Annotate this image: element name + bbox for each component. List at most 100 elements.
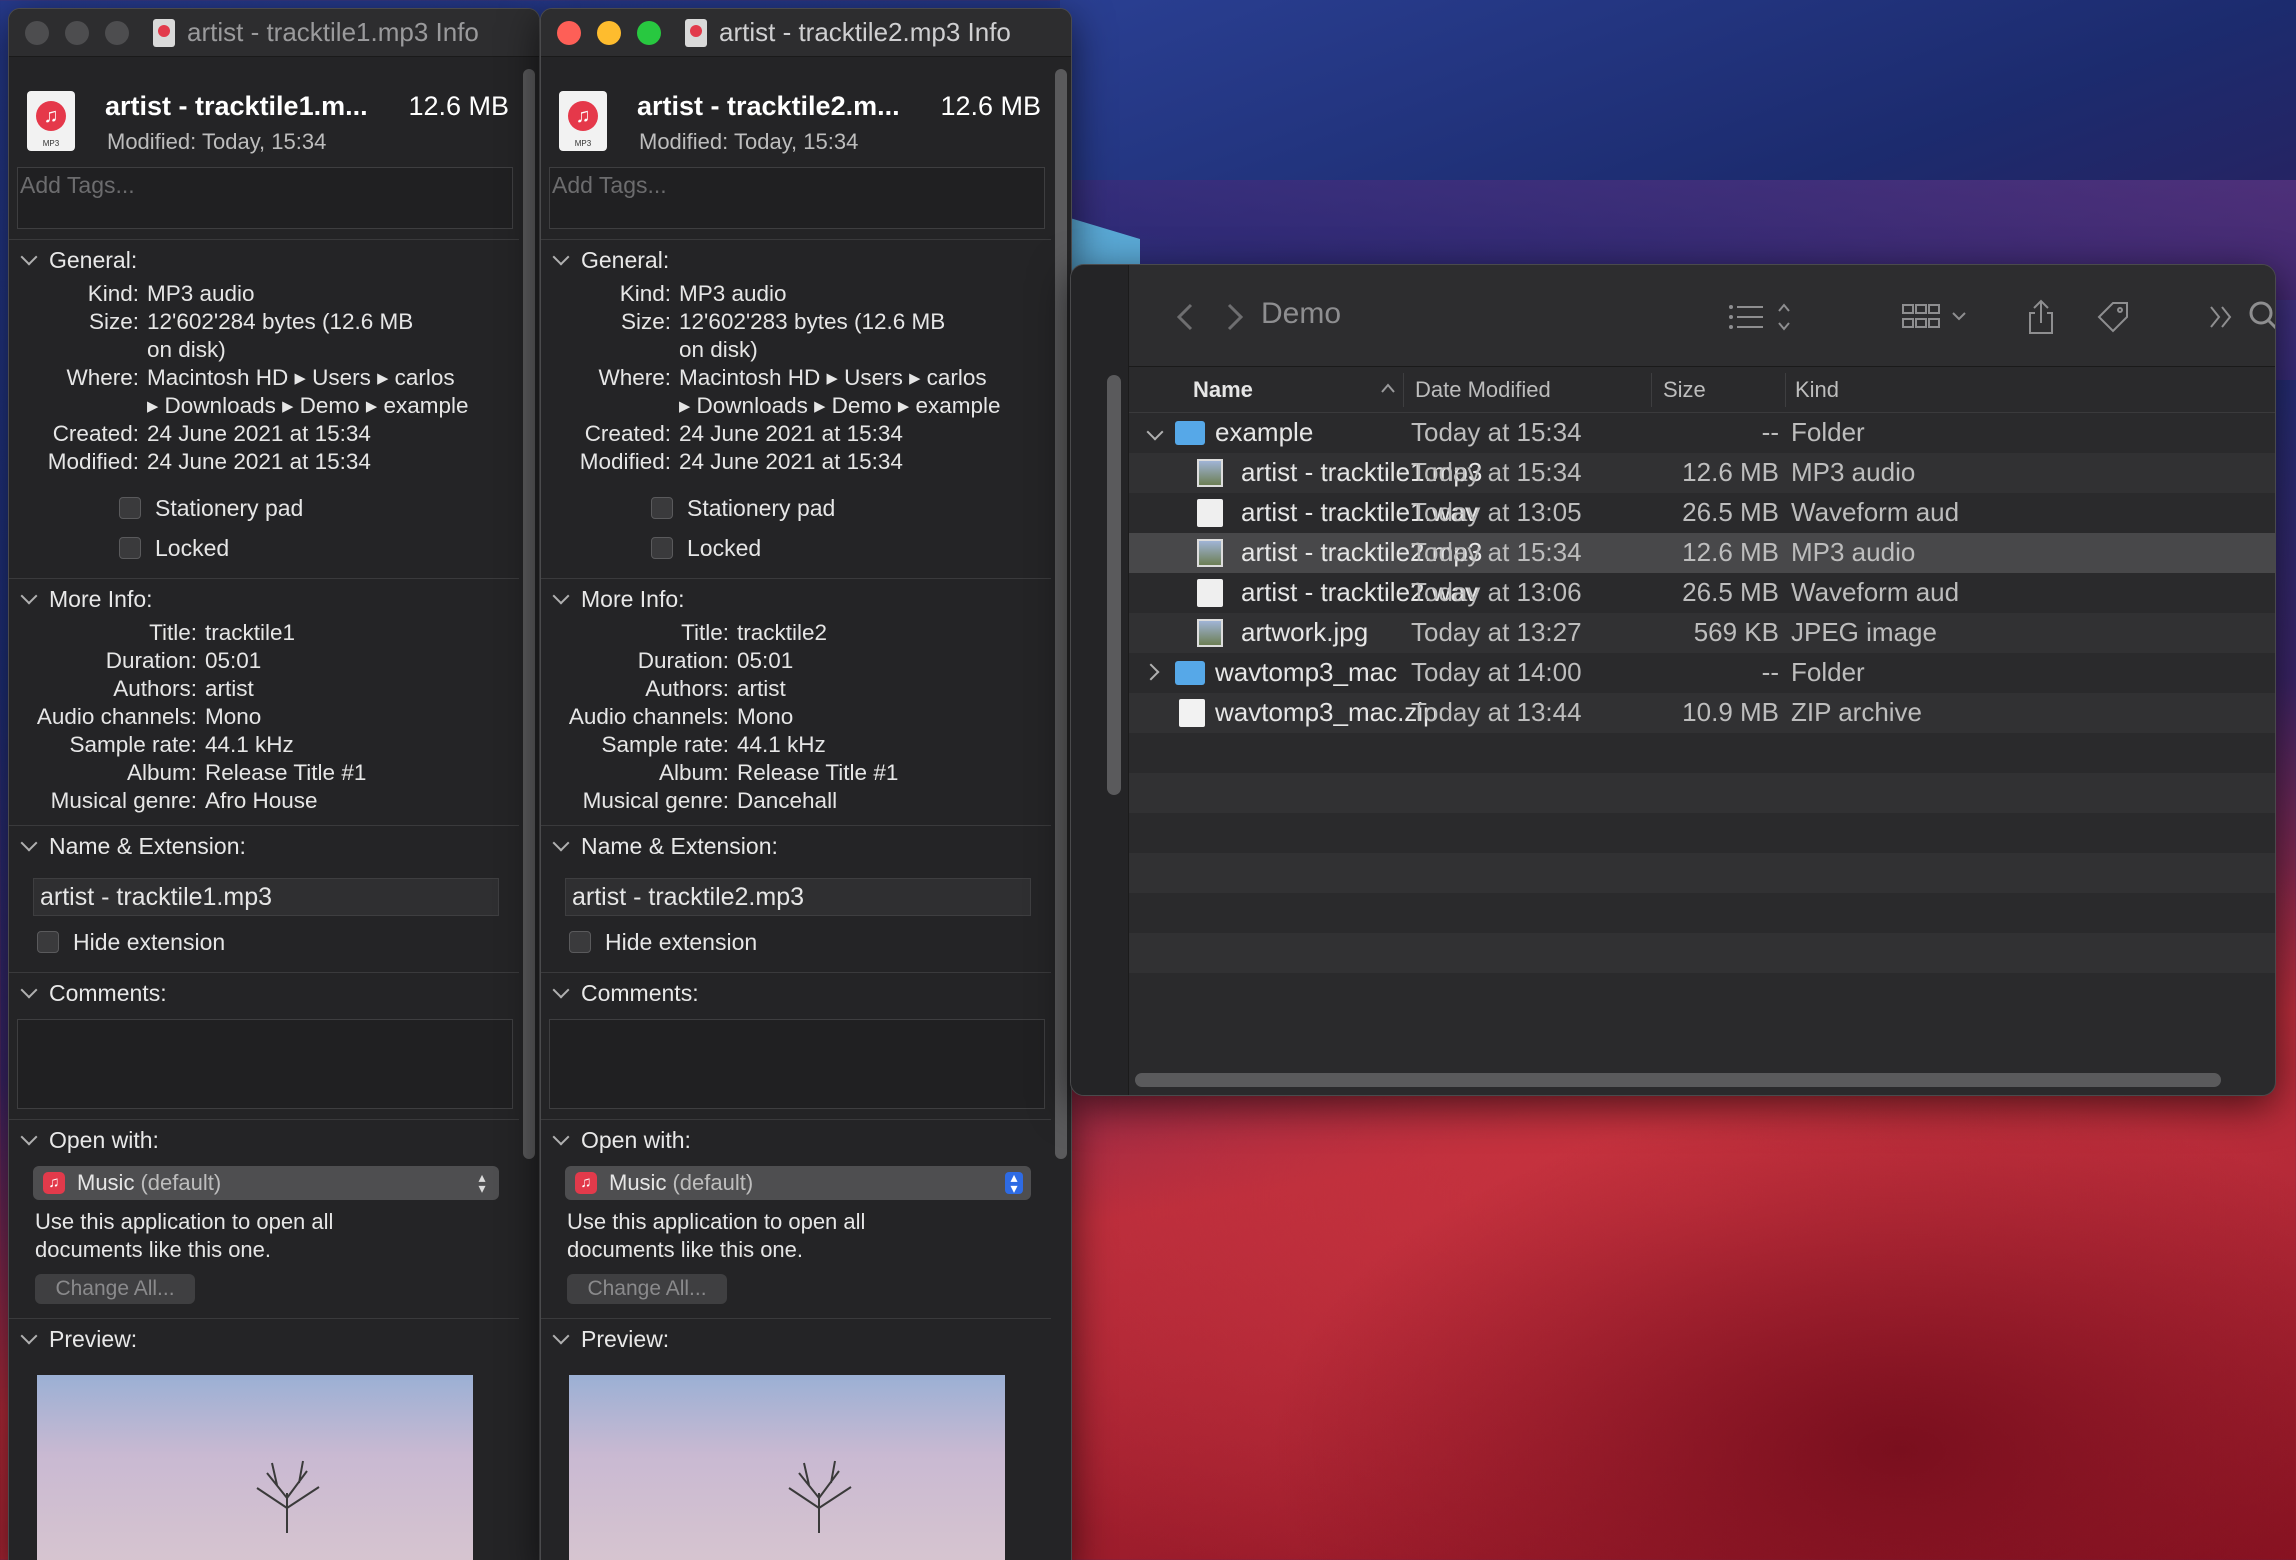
more-info-header[interactable]: More Info: — [541, 579, 1051, 619]
table-row[interactable]: artist - tracktile1.mp3 Today at 15:34 1… — [1129, 453, 2275, 493]
wav-file-icon — [1197, 579, 1223, 607]
comments-header[interactable]: Comments: — [541, 973, 1051, 1013]
kind-value: MP3 audio — [679, 281, 787, 306]
share-icon[interactable] — [2023, 299, 2059, 335]
comments-field[interactable] — [17, 1019, 513, 1109]
column-date-modified[interactable]: Date Modified — [1415, 377, 1551, 403]
table-row[interactable]: example Today at 15:34 -- Folder — [1129, 413, 2275, 453]
table-row[interactable]: artist - tracktile1.wav Today at 13:05 2… — [1129, 493, 2275, 533]
general-section: General: Kind: MP3 audio Size: 12'602'284 … — [9, 239, 519, 568]
popup-arrows-icon: ▴ ▾ — [478, 1169, 486, 1196]
minimize-button[interactable] — [597, 20, 621, 45]
column-header: Name Date Modified Size Kind — [1129, 367, 2275, 413]
list-view-icon[interactable] — [1727, 299, 1797, 335]
stationery-pad-checkbox[interactable]: Stationery pad — [9, 488, 519, 528]
more-info-header[interactable]: More Info: — [9, 579, 519, 619]
general-header[interactable]: General: — [541, 240, 1051, 280]
sidebar-scrollbar[interactable] — [1107, 375, 1121, 795]
locked-checkbox[interactable]: Locked — [9, 528, 519, 568]
column-name[interactable]: Name — [1193, 377, 1253, 403]
vertical-scrollbar[interactable] — [1055, 69, 1067, 1159]
chevron-down-icon — [552, 1128, 570, 1146]
file-name: artist - tracktile2.m... — [637, 91, 900, 121]
size-value: 12'602'283 bytes (12.6 MB — [679, 309, 946, 334]
chevron-down-icon — [552, 981, 570, 999]
minimize-button[interactable] — [65, 20, 89, 45]
open-with-section: Open with: ♫ Music (default) ▴ ▾ Use this … — [541, 1119, 1051, 1304]
name-extension-header[interactable]: Name & Extension: — [541, 826, 1051, 866]
column-size[interactable]: Size — [1663, 377, 1706, 403]
window-title: artist - tracktile2.mp3 Info — [719, 17, 1011, 47]
column-kind[interactable]: Kind — [1795, 377, 1839, 403]
stationery-pad-checkbox[interactable]: Stationery pad — [541, 488, 1051, 528]
tags-field[interactable]: Add Tags... — [17, 167, 513, 229]
open-with-popup[interactable]: ♫ Music (default) ▴ ▾ — [565, 1166, 1031, 1200]
zoom-button[interactable] — [637, 20, 661, 45]
modified-value: 24 June 2021 at 15:34 — [679, 449, 903, 474]
comments-field[interactable] — [549, 1019, 1045, 1109]
info-window-1: artist - tracktile1.mp3 Info ♫ MP3 artist… — [8, 8, 540, 1560]
modified-line: Modified: Today, 15:34 — [107, 129, 327, 154]
open-with-popup[interactable]: ♫ Music (default) ▴ ▾ — [33, 1166, 499, 1200]
table-row[interactable]: artwork.jpg Today at 13:27 569 KB JPEG i… — [1129, 613, 2275, 653]
tags-field[interactable]: Add Tags... — [549, 167, 1045, 229]
popup-arrows-icon: ▴ ▾ — [1005, 1170, 1023, 1195]
where-value: Macintosh HD ▸ Users ▸ carlos — [679, 365, 987, 390]
wav-file-icon — [1197, 499, 1223, 527]
finder-sidebar — [1071, 265, 1129, 1095]
search-icon[interactable] — [2247, 299, 2276, 335]
titlebar: artist - tracktile1.mp3 Info — [9, 9, 539, 57]
table-row-selected[interactable]: artist - tracktile2.mp3 Today at 15:34 1… — [1129, 533, 2275, 573]
zip-file-icon — [1179, 699, 1205, 727]
size-value: 12'602'284 bytes (12.6 MB — [147, 309, 414, 334]
table-row[interactable]: artist - tracktile2.wav Today at 13:06 2… — [1129, 573, 2275, 613]
preview-header[interactable]: Preview: — [9, 1319, 519, 1359]
close-button[interactable] — [557, 20, 581, 45]
general-header[interactable]: General: — [9, 240, 519, 280]
more-info-section: More Info: Title: tracktile2 Duration: 05:… — [541, 578, 1051, 815]
kind-value: MP3 audio — [147, 281, 255, 306]
zoom-button[interactable] — [105, 20, 129, 45]
disclosure-open-icon[interactable] — [1146, 423, 1164, 441]
file-size: 12.6 MB — [408, 91, 509, 121]
comments-section: Comments: — [541, 972, 1051, 1109]
name-field[interactable]: artist - tracktile1.mp3 — [33, 878, 499, 916]
folder-icon — [1175, 421, 1205, 445]
name-field[interactable]: artist - tracktile2.mp3 — [565, 878, 1031, 916]
table-row[interactable]: wavtomp3_mac.zip Today at 13:44 10.9 MB … — [1129, 693, 2275, 733]
file-size: 12.6 MB — [940, 91, 1041, 121]
chevron-down-icon — [552, 248, 570, 266]
folder-title: Demo — [1261, 297, 1342, 330]
horizontal-scrollbar[interactable] — [1135, 1073, 2221, 1087]
comments-header[interactable]: Comments: — [9, 973, 519, 1013]
name-extension-header[interactable]: Name & Extension: — [9, 826, 519, 866]
table-row[interactable]: wavtomp3_mac Today at 14:00 -- Folder — [1129, 653, 2275, 693]
hide-extension-checkbox[interactable]: Hide extension — [9, 922, 519, 962]
general-section: General: Kind: MP3 audio Size: 12'602'283 … — [541, 239, 1051, 568]
change-all-button[interactable]: Change All... — [35, 1274, 195, 1304]
open-with-header[interactable]: Open with: — [9, 1120, 519, 1160]
close-button[interactable] — [25, 20, 49, 45]
preview-section: Preview: — [9, 1318, 519, 1560]
image-file-icon — [1197, 619, 1223, 647]
chevron-down-icon — [20, 981, 38, 999]
change-all-button[interactable]: Change All... — [567, 1274, 727, 1304]
chevron-down-icon — [20, 248, 38, 266]
file-header: ♫ MP3 artist - tracktile1.m... 12.6 MB Mo… — [9, 57, 519, 167]
vertical-scrollbar[interactable] — [523, 69, 535, 1159]
mp3-thumbnail-icon — [1197, 539, 1223, 567]
mp3-file-icon: ♫ MP3 — [27, 91, 75, 151]
titlebar: artist - tracktile2.mp3 Info — [541, 9, 1071, 57]
more-chevron-icon[interactable] — [2205, 299, 2241, 335]
chevron-down-icon — [20, 834, 38, 852]
music-app-icon: ♫ — [43, 1172, 65, 1194]
tag-icon[interactable] — [2095, 299, 2131, 335]
open-with-header[interactable]: Open with: — [541, 1120, 1051, 1160]
forward-icon[interactable] — [1215, 299, 1251, 335]
back-icon[interactable] — [1169, 299, 1205, 335]
hide-extension-checkbox[interactable]: Hide extension — [541, 922, 1051, 962]
preview-header[interactable]: Preview: — [541, 1319, 1051, 1359]
disclosure-closed-icon[interactable] — [1142, 663, 1160, 681]
group-icon[interactable] — [1901, 299, 1973, 335]
locked-checkbox[interactable]: Locked — [541, 528, 1051, 568]
